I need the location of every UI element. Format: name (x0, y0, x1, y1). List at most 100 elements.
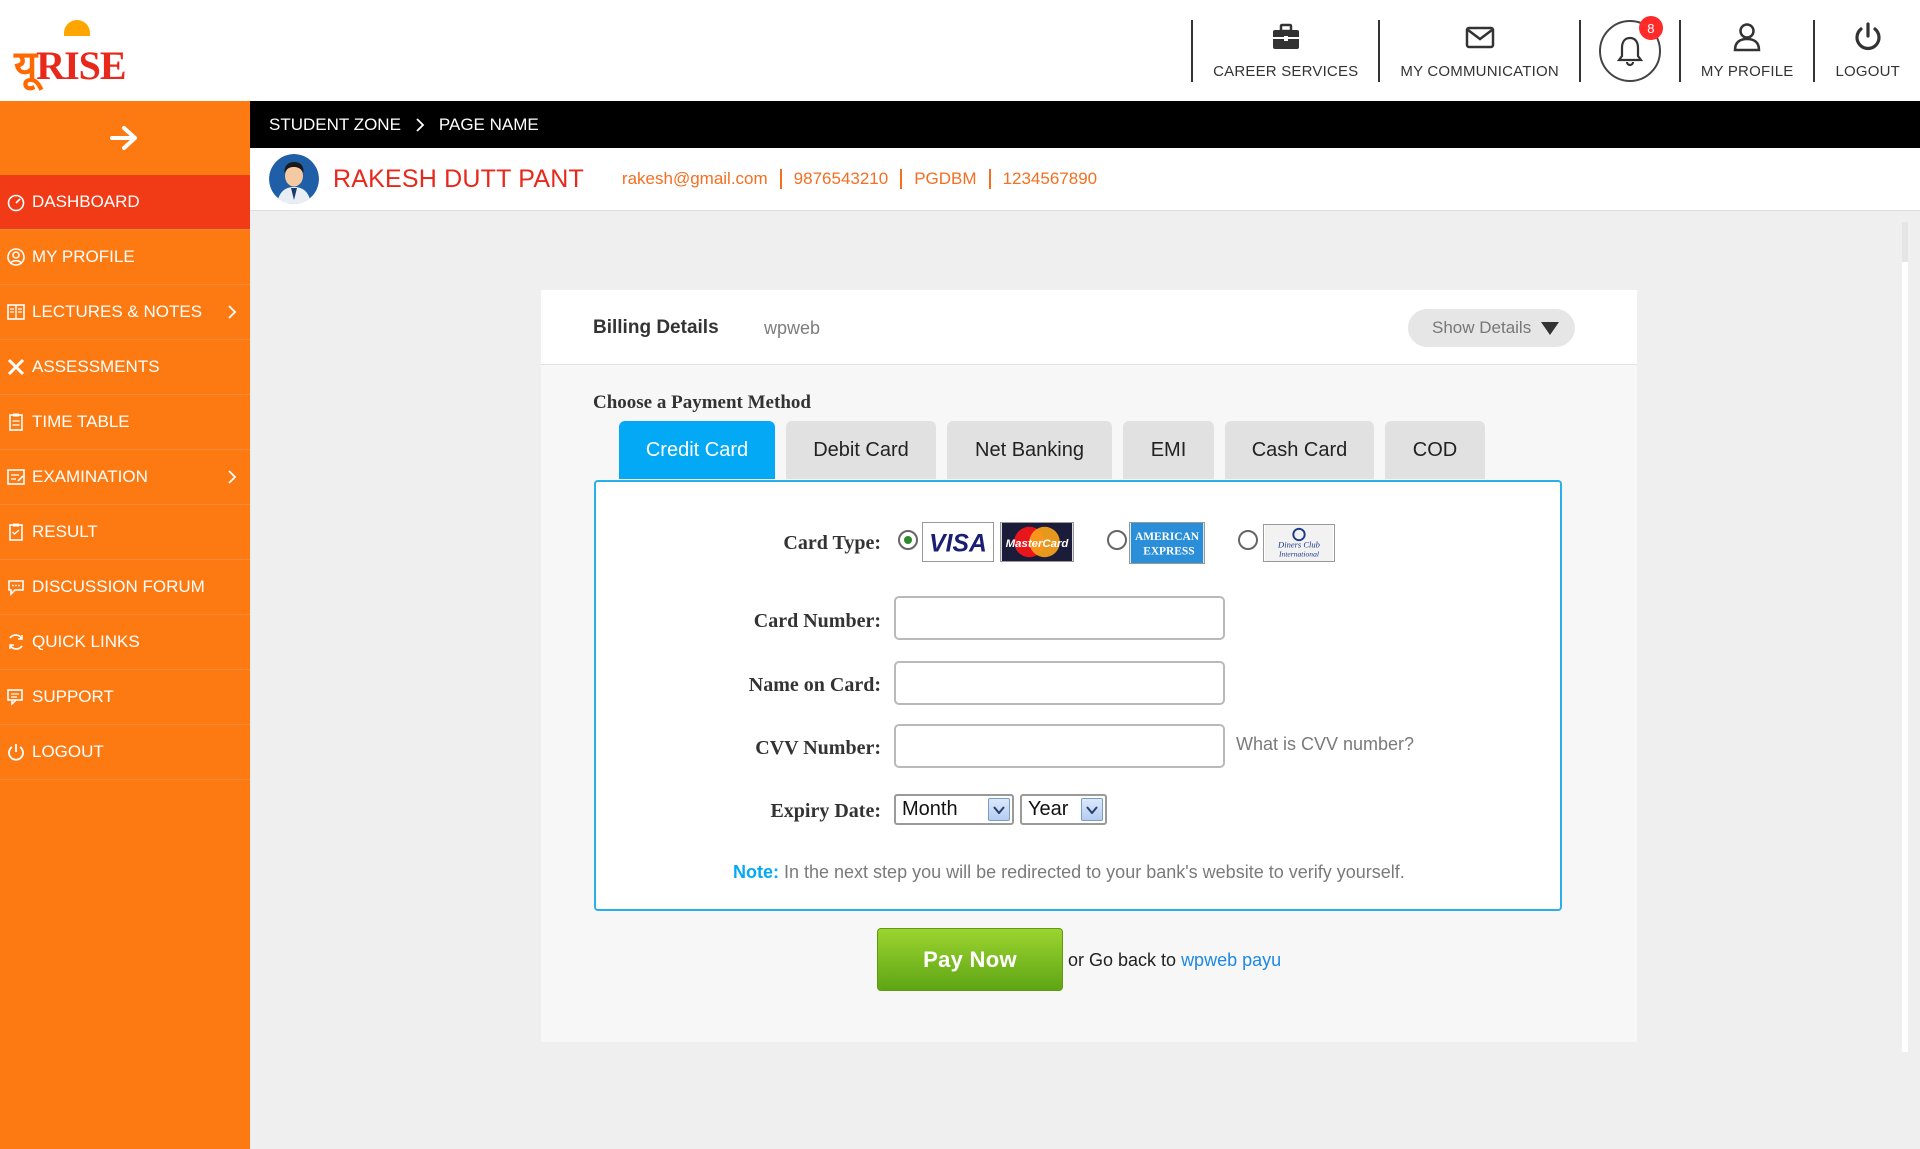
show-details-button[interactable]: Show Details (1408, 309, 1575, 347)
expiry-year-select[interactable]: Year (1020, 794, 1107, 825)
brand-logo[interactable]: यूRISE (14, 18, 127, 88)
student-name: RAKESH DUTT PANT (333, 164, 584, 193)
nav-logout[interactable]: LOGOUT (1813, 20, 1920, 82)
sidebar: DASHBOARD MY PROFILE LECTURES & NOTES AS… (0, 101, 250, 1149)
tab-net-banking[interactable]: Net Banking (947, 421, 1112, 479)
card-number-label: Card Number: (753, 610, 881, 632)
scrollbar-thumb[interactable] (1902, 222, 1908, 262)
nav-label: MY COMMUNICATION (1400, 63, 1559, 80)
expiry-month-select[interactable]: Month (894, 794, 1014, 825)
sidebar-item-result[interactable]: RESULT (0, 505, 250, 560)
cvv-number-input[interactable] (894, 724, 1225, 768)
expiry-month-value: Month (902, 798, 958, 820)
breadcrumb-current: PAGE NAME (438, 114, 539, 134)
sidebar-item-lectures-notes[interactable]: LECTURES & NOTES (0, 285, 250, 340)
sidebar-item-label: DASHBOARD (32, 192, 140, 211)
mastercard-logo-text: MasterCard (1006, 538, 1070, 550)
breadcrumb: STUDENT ZONE PAGE NAME (250, 101, 1920, 148)
logo-text-main: यू (14, 43, 37, 88)
chevron-right-icon (228, 470, 237, 484)
user-circle-icon (7, 248, 25, 266)
sidebar-item-examination[interactable]: EXAMINATION (0, 450, 250, 505)
cvv-help-text[interactable]: What is CVV number? (1236, 734, 1414, 755)
diners-logo-text-1: Diners Club (1277, 540, 1320, 550)
logo-text-accent: RISE (36, 43, 126, 88)
sidebar-item-label: LOGOUT (32, 742, 104, 761)
name-on-card-input[interactable] (894, 661, 1225, 705)
scrollbar-track[interactable] (1902, 222, 1908, 1052)
chat-bubble-icon (8, 580, 24, 596)
breadcrumb-root-link[interactable]: STUDENT ZONE (269, 115, 401, 135)
cvv-number-label: CVV Number: (755, 737, 881, 759)
sidebar-item-discussion-forum[interactable]: DISCUSSION FORUM (0, 560, 250, 615)
header-nav: CAREER SERVICES MY COMMUNICATION 8 MY PR… (1191, 16, 1920, 82)
expiry-date-label: Expiry Date: (770, 800, 881, 822)
sidebar-item-label: EXAMINATION (32, 467, 148, 486)
tab-emi[interactable]: EMI (1123, 421, 1214, 479)
note-text: In the next step you will be redirected … (779, 862, 1405, 882)
sidebar-item-label: QUICK LINKS (32, 632, 140, 651)
nav-label: MY PROFILE (1700, 63, 1794, 80)
sidebar-item-label: MY PROFILE (32, 247, 135, 266)
payment-tabs: Credit Card Debit Card Net Banking EMI C… (619, 421, 1496, 479)
billing-header: Billing Details wpweb Show Details (541, 290, 1637, 365)
billing-title: Billing Details (593, 317, 719, 338)
note-label: Note: (733, 862, 779, 882)
credit-card-form: Card Type: VISA MasterCard AMERICAN EXPR… (594, 480, 1562, 911)
student-phone: 9876543210 (793, 169, 889, 188)
nav-career-services[interactable]: CAREER SERVICES (1191, 20, 1378, 82)
clipboard-icon (9, 413, 23, 431)
chevron-right-icon (228, 305, 237, 319)
sidebar-item-time-table[interactable]: TIME TABLE (0, 395, 250, 450)
chevron-right-icon (416, 117, 425, 132)
go-back-link[interactable]: wpweb payu (1181, 950, 1281, 970)
briefcase-icon (1272, 23, 1299, 49)
merchant-name: wpweb (764, 318, 821, 338)
sidebar-item-my-profile[interactable]: MY PROFILE (0, 230, 250, 285)
visa-logo-text: VISA (929, 531, 987, 558)
card-type-radio-visa-mastercard[interactable] (898, 530, 918, 550)
student-email[interactable]: rakesh@gmail.com (622, 169, 768, 189)
card-type-radio-diners[interactable] (1238, 530, 1258, 550)
caret-down-icon (1541, 321, 1560, 335)
sidebar-item-label: ASSESSMENTS (32, 357, 160, 376)
tab-credit-card[interactable]: Credit Card (619, 421, 775, 479)
sidebar-item-support[interactable]: SUPPORT (0, 670, 250, 725)
go-back-text: or Go back to wpweb payu (1068, 950, 1281, 971)
sidebar-item-label: DISCUSSION FORUM (32, 577, 205, 596)
exam-icon (7, 469, 25, 485)
nav-label: CAREER SERVICES (1213, 63, 1359, 80)
sidebar-item-label: RESULT (32, 522, 98, 541)
notification-button[interactable]: 8 (1598, 16, 1663, 82)
sidebar-toggle[interactable] (0, 101, 250, 175)
divider (779, 169, 782, 189)
mastercard-logo-icon: MasterCard (1000, 522, 1074, 562)
sidebar-item-logout[interactable]: LOGOUT (0, 725, 250, 780)
nav-notifications[interactable]: 8 (1578, 16, 1679, 82)
diners-club-logo-icon: Diners Club International (1263, 524, 1335, 562)
nav-label: LOGOUT (1835, 63, 1900, 80)
power-icon (1855, 22, 1881, 51)
tab-cash-card[interactable]: Cash Card (1225, 421, 1374, 479)
sidebar-item-assessments[interactable]: ASSESSMENTS (0, 340, 250, 395)
card-number-input[interactable] (894, 596, 1225, 640)
tab-debit-card[interactable]: Debit Card (786, 421, 936, 479)
gauge-icon (7, 194, 25, 212)
nav-my-communication[interactable]: MY COMMUNICATION (1378, 20, 1578, 82)
name-on-card-label: Name on Card: (748, 674, 881, 696)
card-type-label: Card Type: (783, 532, 881, 554)
payment-method-title: Choose a Payment Method (593, 392, 811, 413)
avatar[interactable] (269, 154, 319, 204)
sidebar-menu: DASHBOARD MY PROFILE LECTURES & NOTES AS… (0, 175, 250, 780)
card-type-radio-amex[interactable] (1107, 530, 1127, 550)
pay-now-button[interactable]: Pay Now (877, 928, 1063, 991)
tab-cod[interactable]: COD (1385, 421, 1485, 479)
sidebar-item-dashboard[interactable]: DASHBOARD (0, 175, 250, 230)
divider (988, 169, 991, 189)
nav-my-profile[interactable]: MY PROFILE (1678, 20, 1814, 82)
amex-logo-text-1: AMERICAN (1135, 531, 1200, 543)
power-icon (8, 744, 24, 761)
sidebar-item-label: TIME TABLE (32, 412, 130, 431)
support-chat-icon (7, 689, 23, 706)
sidebar-item-quick-links[interactable]: QUICK LINKS (0, 615, 250, 670)
